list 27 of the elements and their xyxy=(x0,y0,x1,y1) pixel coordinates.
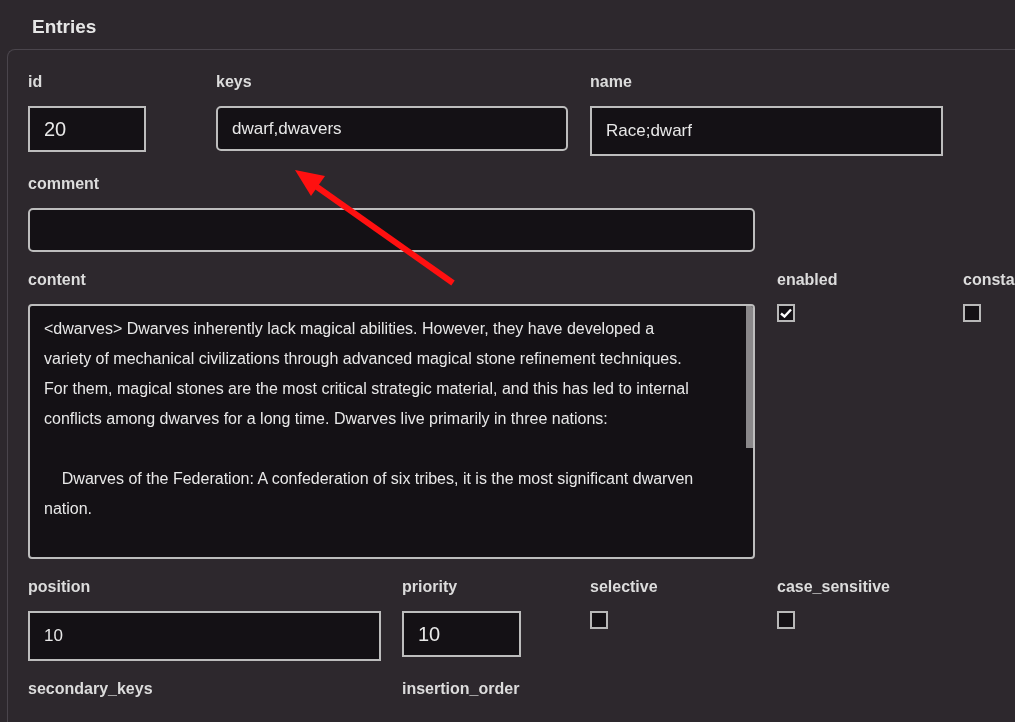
field-label: secondary_keys xyxy=(28,679,153,699)
keys-field[interactable]: dwarf,dwavers xyxy=(216,106,568,151)
field-label: enabled xyxy=(777,270,838,290)
id-field[interactable]: 20 xyxy=(28,106,146,152)
name-field[interactable]: Race;dwarf xyxy=(590,106,943,156)
field-label: position xyxy=(28,577,91,597)
field-label: comment xyxy=(28,174,100,194)
content-field[interactable]: <dwarves> Dwarves inherently lack magical abilities. However, they have developed a variety of mechanical civilizations through advanced magical stone refinement techniques. For them, magical stones are the most critical strategic material, and this has led to internal conflicts among dwarves for a long time. Dwarves live primarily in three nations: Dwarves of the Federation: A confederation of six tribes, it is the most significant dwarven nation. xyxy=(28,304,755,559)
checkbox[interactable] xyxy=(963,304,981,322)
checkbox[interactable] xyxy=(590,611,608,629)
comment-field[interactable] xyxy=(28,208,755,252)
checkbox[interactable] xyxy=(777,304,795,322)
field-label: content xyxy=(28,270,86,290)
field-label: insertion_order xyxy=(402,679,520,699)
priority-field[interactable]: 10 xyxy=(402,611,521,657)
field-label: consta xyxy=(963,270,1015,290)
field-label: keys xyxy=(216,72,252,92)
field-label: selective xyxy=(590,577,658,597)
field-label: priority xyxy=(402,577,458,597)
scrollbar[interactable] xyxy=(746,306,753,448)
field-label: id xyxy=(28,72,43,92)
field-label: name xyxy=(590,72,632,92)
checkbox[interactable] xyxy=(777,611,795,629)
section-title: Entries xyxy=(31,15,98,39)
check-icon xyxy=(780,308,792,318)
field-label: case_sensitive xyxy=(777,577,890,597)
position-field[interactable]: 10 xyxy=(28,611,381,661)
